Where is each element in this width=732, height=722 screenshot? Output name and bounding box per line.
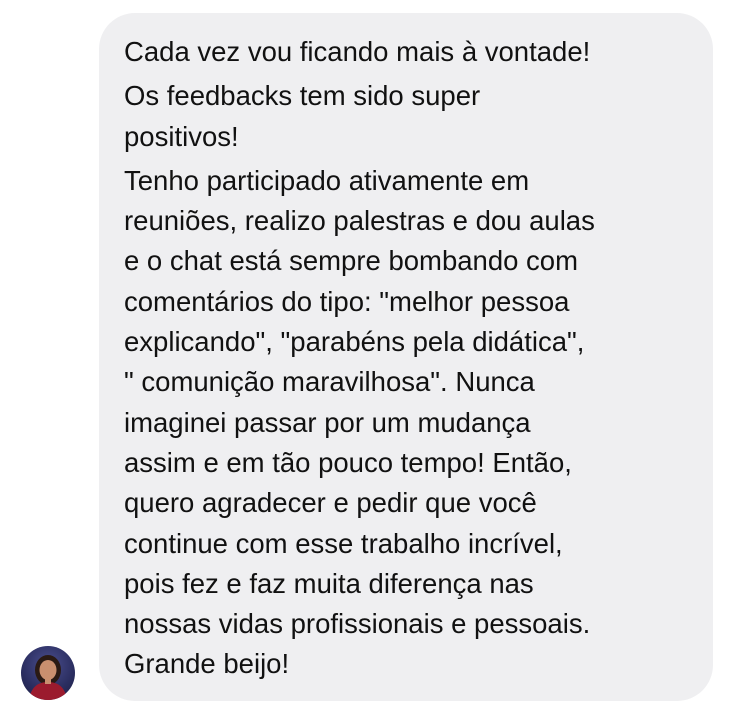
message-line: Tenho participado ativamente em reuniões… <box>124 164 595 680</box>
message-line: Cada vez vou ficando mais à vontade! <box>124 36 591 67</box>
profile-photo-avatar-icon <box>29 655 67 700</box>
message-bubble: Cada vez vou ficando mais à vontade! Os … <box>99 13 713 701</box>
message-line: Os feedbacks tem sido super positivos! <box>124 80 481 152</box>
avatar[interactable] <box>21 646 75 700</box>
